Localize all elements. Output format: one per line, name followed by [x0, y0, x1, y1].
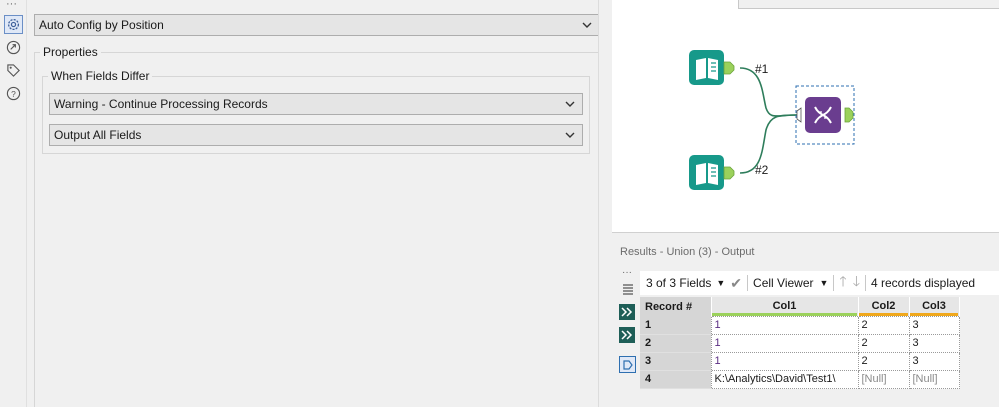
- table-row[interactable]: 2 1 2 3: [640, 333, 960, 353]
- column-header-record[interactable]: Record #: [640, 297, 712, 316]
- chevron-down-icon: [565, 132, 575, 138]
- checkmark-icon[interactable]: ✔: [730, 275, 742, 292]
- table-row[interactable]: 1 1 2 3: [640, 315, 960, 335]
- output-fields-select[interactable]: Output All Fields: [49, 124, 583, 146]
- record-number: 2: [640, 334, 711, 353]
- record-number: 3: [640, 352, 711, 371]
- cell-col1[interactable]: 1: [710, 315, 859, 335]
- record-number: 4: [640, 370, 711, 389]
- connection-icon[interactable]: [5, 39, 22, 56]
- caret-down-icon[interactable]: ▼: [820, 278, 829, 288]
- column-header-label: Col1: [772, 300, 797, 313]
- connection-line-1: [739, 67, 798, 117]
- records-displayed: 4 records displayed: [870, 276, 976, 290]
- column-type-bar: [711, 312, 857, 316]
- cell-col3[interactable]: [Null]: [908, 369, 960, 389]
- column-type-bar: [909, 312, 958, 316]
- properties-label: Properties: [40, 45, 101, 59]
- cell-col2[interactable]: [Null]: [857, 369, 910, 389]
- more-icon[interactable]: ···: [622, 267, 632, 278]
- column-header-col1[interactable]: Col1: [711, 297, 859, 316]
- output-fields-value: Output All Fields: [54, 128, 142, 142]
- configuration-panel: Auto Config by Position Properties When …: [27, 0, 602, 407]
- cell-col3[interactable]: 3: [908, 315, 960, 335]
- chevron-down-icon: [582, 22, 592, 28]
- connection-line-2: [739, 114, 798, 174]
- metadata-icon[interactable]: [619, 356, 636, 373]
- output-anchor-icon[interactable]: [619, 304, 635, 320]
- union-tool[interactable]: [795, 85, 855, 145]
- svg-text:?: ?: [11, 89, 16, 99]
- cell-col3[interactable]: 3: [908, 333, 960, 353]
- input-tool-1[interactable]: [689, 50, 735, 85]
- column-header-col2[interactable]: Col2: [858, 297, 910, 316]
- cell-col3[interactable]: 3: [908, 351, 960, 371]
- arrow-down-icon[interactable]: 🡓: [853, 271, 860, 295]
- config-mode-value: Auto Config by Position: [39, 18, 164, 32]
- gear-icon[interactable]: [4, 15, 23, 34]
- column-type-bar: [858, 312, 908, 316]
- toolbar-divider: [747, 275, 749, 291]
- column-header-col3[interactable]: Col3: [909, 297, 960, 316]
- cell-col2[interactable]: 2: [857, 351, 910, 371]
- results-toolbar: 3 of 3 Fields ▼ ✔ Cell Viewer ▼ 🡑 🡓 4 re…: [640, 271, 999, 295]
- cell-col1[interactable]: 1: [710, 351, 859, 371]
- more-icon[interactable]: ···: [6, 0, 17, 10]
- cell-col1[interactable]: 1: [710, 333, 859, 353]
- toolbar-divider: [833, 275, 835, 291]
- record-number: 1: [640, 316, 711, 335]
- cell-col2[interactable]: 2: [857, 315, 910, 335]
- workflow-canvas[interactable]: #1 #2: [612, 0, 999, 232]
- input-anchor-icon[interactable]: [619, 327, 635, 343]
- when-fields-differ-label: When Fields Differ: [48, 69, 153, 83]
- action-value: Warning - Continue Processing Records: [54, 97, 268, 111]
- column-header-label: Col2: [871, 300, 896, 313]
- help-icon[interactable]: ?: [5, 85, 22, 102]
- config-scrollbar[interactable]: [598, 0, 612, 407]
- cell-viewer-select[interactable]: Cell Viewer: [753, 276, 813, 290]
- results-panel: Results - Union (3) - Output ··· 3 of 3 …: [612, 232, 999, 407]
- caret-down-icon[interactable]: ▼: [716, 278, 725, 288]
- cell-col1[interactable]: K:\Analytics\David\Test1\: [710, 369, 859, 389]
- table-header-row: Record # Col1 Col2 Col3: [640, 297, 960, 316]
- toolbar-divider: [864, 275, 866, 291]
- arrow-up-icon[interactable]: 🡑: [839, 271, 846, 295]
- config-icon-rail: ··· ?: [0, 0, 27, 407]
- chevron-down-icon: [565, 101, 575, 107]
- input-tool-2[interactable]: [689, 155, 735, 190]
- canvas-header-strip: [738, 0, 999, 9]
- tag-icon[interactable]: [5, 62, 22, 79]
- column-header-label: Col3: [922, 300, 946, 313]
- fields-select[interactable]: 3 of 3 Fields: [646, 276, 711, 290]
- alteryx-window: ··· ? Auto Config by Position Properties…: [0, 0, 999, 407]
- table-row[interactable]: 4 K:\Analytics\David\Test1\ [Null] [Null…: [640, 369, 960, 389]
- list-view-icon[interactable]: [622, 283, 634, 298]
- results-title: Results - Union (3) - Output: [620, 246, 755, 258]
- results-table: Record # Col1 Col2 Col3 1 1 2 3 2 1 2 3: [640, 297, 960, 389]
- input2-anchor-label: #2: [755, 163, 769, 177]
- input1-anchor-label: #1: [755, 62, 769, 76]
- workflow-diagram: #1 #2: [689, 50, 855, 190]
- config-mode-select[interactable]: Auto Config by Position: [34, 14, 600, 36]
- cell-col2[interactable]: 2: [857, 333, 910, 353]
- table-row[interactable]: 3 1 2 3: [640, 351, 960, 371]
- action-select[interactable]: Warning - Continue Processing Records: [49, 93, 583, 115]
- results-icon-rail: ···: [612, 267, 640, 407]
